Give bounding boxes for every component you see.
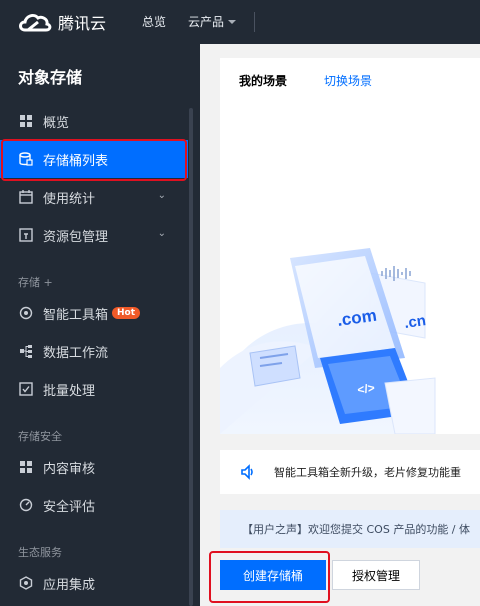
announcement-text: 智能工具箱全新升级，老片修复功能重	[274, 466, 461, 479]
sidebar-item-security-assessment[interactable]: 安全评估	[0, 486, 188, 524]
sidebar-item-resource-packages[interactable]: 资源包管理 ⌄	[0, 216, 188, 254]
nav-products-menu[interactable]: 云产品	[188, 0, 237, 44]
user-voice-text: 【用户之声】欢迎您提交 COS 产品的功能 / 体	[242, 523, 471, 536]
brand-name: 腾讯云	[58, 14, 107, 33]
tencent-cloud-logo[interactable]: 腾讯云	[16, 8, 106, 36]
sidebar-item-data-workflow[interactable]: 数据工作流	[0, 332, 188, 370]
gauge-icon	[19, 498, 33, 512]
section-label-ecosystem: 生态服务	[18, 546, 62, 559]
grid-icon	[20, 461, 32, 473]
calendar-icon	[19, 190, 33, 204]
announcement-bar[interactable]: 智能工具箱全新升级，老片修复功能重	[220, 450, 480, 494]
chevron-down-icon: ⌄	[157, 190, 166, 201]
sidebar-item-app-integration[interactable]: 应用集成	[0, 564, 188, 602]
sidebar-item-label: 数据工作流	[43, 345, 109, 361]
nav-divider	[254, 12, 255, 32]
nav-overview-link[interactable]: 总览	[142, 0, 166, 44]
sidebar-scrollbar[interactable]	[189, 108, 193, 606]
section-label-storage-plus: 存储 +	[18, 276, 53, 289]
sidebar-item-label: 内容审核	[43, 461, 96, 477]
sidebar-item-usage-stats[interactable]: 使用统计 ⌄	[0, 178, 188, 216]
package-icon	[19, 228, 33, 242]
sidebar-item-smart-toolbox[interactable]: 智能工具箱 Hot	[0, 294, 188, 332]
chevron-down-icon: ⌄	[157, 228, 166, 239]
illustration-code-label: </>	[356, 381, 375, 397]
workflow-icon	[20, 345, 32, 358]
top-navigation-bar: 腾讯云 总览 云产品	[0, 0, 480, 44]
sidebar-item-label: 智能工具箱	[43, 307, 109, 323]
sidebar-item-label: 使用统计	[43, 191, 96, 207]
hexagon-icon	[19, 576, 33, 590]
section-label-storage-security: 存储安全	[18, 430, 62, 443]
sidebar-item-overview[interactable]: 概览	[0, 102, 188, 140]
speaker-icon	[241, 464, 253, 480]
scene-title: 我的场景	[239, 74, 288, 88]
cloud-storage-illustration: .com .cn </>	[220, 248, 436, 434]
user-voice-banner[interactable]: 【用户之声】欢迎您提交 COS 产品的功能 / 体	[220, 510, 480, 548]
scene-card: 我的场景 切换场景 .com .cn </>	[220, 58, 480, 434]
toolbox-icon	[19, 306, 33, 320]
sidebar-item-bucket-list[interactable]: 存储桶列表	[0, 140, 188, 178]
sidebar-item-label: 概览	[43, 115, 70, 131]
grid-icon	[20, 115, 32, 127]
cloud-logo-icon	[19, 13, 52, 32]
sidebar: 对象存储 概览 存储桶列表 使用统计 ⌄ 资源包管理 ⌄ 存储 + 智能工具箱 …	[0, 44, 200, 606]
create-bucket-button[interactable]: 创建存储桶	[220, 560, 326, 590]
sidebar-item-label: 批量处理	[43, 383, 96, 399]
sidebar-item-label: 资源包管理	[43, 229, 109, 245]
main-content: 我的场景 切换场景 .com .cn </> 智能工具箱全新升级，老片修复功能重…	[200, 44, 480, 606]
caret-down-icon	[228, 20, 237, 24]
hot-badge: Hot	[112, 307, 141, 319]
checkbox-icon	[19, 382, 33, 396]
nav-products-label: 云产品	[188, 15, 225, 29]
sidebar-item-label: 存储桶列表	[43, 153, 109, 169]
illustration-cn-label: .cn	[403, 312, 427, 332]
sidebar-item-label: 安全评估	[43, 499, 96, 515]
sidebar-item-content-moderation[interactable]: 内容审核	[0, 448, 188, 486]
sidebar-item-label: 应用集成	[43, 577, 96, 593]
sidebar-item-batch-processing[interactable]: 批量处理	[0, 370, 188, 408]
bucket-icon	[19, 152, 33, 166]
sidebar-title: 对象存储	[18, 68, 83, 87]
switch-scene-link[interactable]: 切换场景	[324, 72, 372, 89]
auth-manage-button[interactable]: 授权管理	[332, 560, 420, 590]
